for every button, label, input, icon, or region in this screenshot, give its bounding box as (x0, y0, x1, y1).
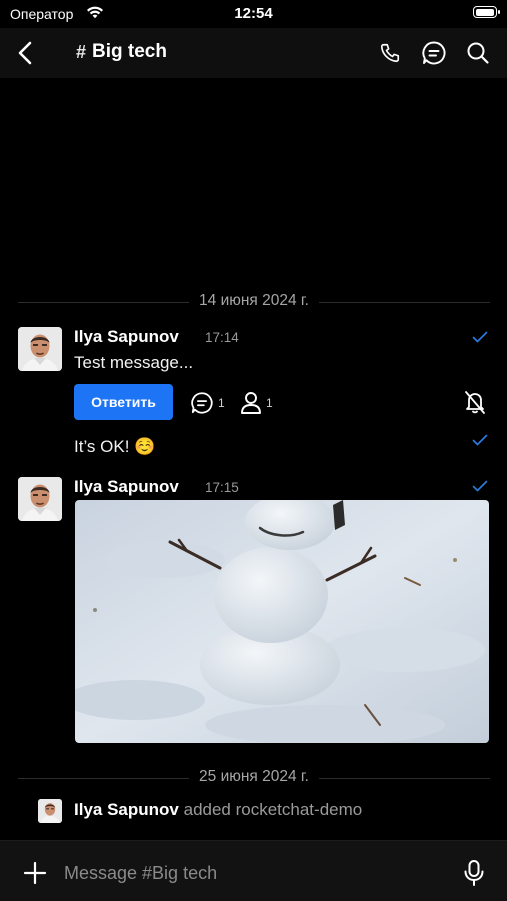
header-bar: # Big tech (0, 28, 507, 78)
message-time: 17:14 (205, 330, 239, 345)
battery-icon (473, 6, 500, 18)
chevron-left-icon (18, 41, 32, 65)
phone-icon (380, 43, 400, 63)
date-divider: 25 июня 2024 г. (18, 768, 490, 788)
read-check-icon (472, 331, 488, 343)
system-message-text: added rocketchat-demo (183, 800, 363, 819)
status-bar: Оператор 12:54 (0, 0, 507, 28)
message-author[interactable]: Ilya Sapunov (74, 327, 179, 347)
thread-followers-count[interactable]: 1 (240, 391, 273, 415)
back-button[interactable] (8, 36, 42, 70)
followers-count: 1 (266, 396, 273, 410)
channel-name: Big tech (92, 41, 167, 62)
message-composer (0, 840, 507, 901)
message-text: Test message... (74, 353, 194, 372)
system-message-author[interactable]: Ilya Sapunov (74, 800, 179, 819)
read-check-icon (472, 434, 488, 446)
user-photo (38, 799, 62, 823)
thread-count: 1 (218, 396, 225, 410)
threads-icon (191, 392, 213, 414)
date-divider-label: 25 июня 2024 г. (189, 768, 319, 786)
message-time: 17:15 (205, 480, 239, 495)
date-divider: 14 июня 2024 г. (18, 292, 490, 312)
threads-icon (422, 41, 446, 65)
message-text: It’s OK! ☺️ (74, 437, 156, 456)
thread-replies-count[interactable]: 1 (190, 391, 225, 415)
channel-hash-icon: # (76, 41, 87, 62)
mute-thread-button[interactable] (463, 389, 487, 415)
date-divider-label: 14 июня 2024 г. (189, 292, 319, 310)
snowman-photo (75, 500, 489, 743)
plus-icon[interactable] (22, 860, 48, 886)
microphone-icon[interactable] (461, 859, 487, 887)
user-icon (241, 392, 261, 414)
search-icon (467, 42, 489, 64)
call-button[interactable] (374, 37, 406, 69)
avatar[interactable] (38, 799, 62, 823)
system-message: Ilya Sapunov added rocketchat-demo (74, 800, 362, 820)
search-button[interactable] (462, 37, 494, 69)
threads-button[interactable] (418, 37, 450, 69)
read-check-icon (472, 480, 488, 492)
user-photo (18, 327, 62, 371)
bell-off-icon (465, 391, 485, 414)
status-time: 12:54 (234, 5, 273, 22)
avatar[interactable] (18, 477, 62, 521)
channel-title[interactable]: # Big tech (76, 41, 167, 63)
avatar[interactable] (18, 327, 62, 371)
message-input[interactable] (64, 859, 434, 887)
message-author[interactable]: Ilya Sapunov (74, 477, 179, 497)
image-attachment[interactable] (75, 500, 489, 743)
user-photo (18, 477, 62, 521)
reply-button[interactable]: Ответить (74, 384, 173, 420)
